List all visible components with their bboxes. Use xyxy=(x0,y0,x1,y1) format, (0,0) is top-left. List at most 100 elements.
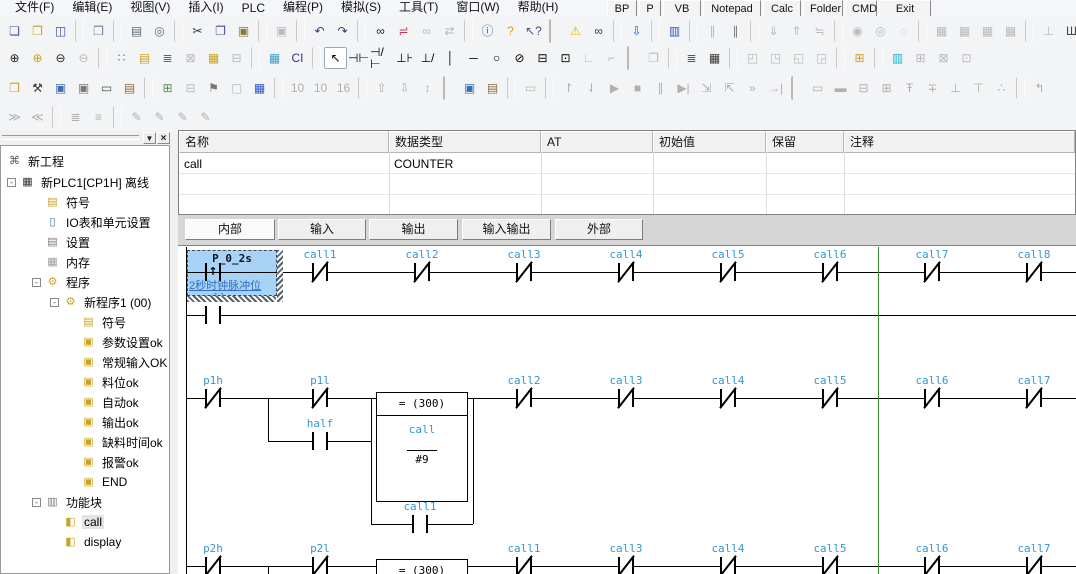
rung-list-edit-icon[interactable]: ≡ xyxy=(87,106,110,128)
menu-window[interactable]: 窗口(W) xyxy=(447,0,508,16)
upload-icon[interactable]: ⇑ xyxy=(785,20,808,42)
redo-icon[interactable]: ↷ xyxy=(331,20,354,42)
download-icon[interactable]: ⇓ xyxy=(762,20,785,42)
tree-section-auto[interactable]: ▣ 自动ok xyxy=(81,393,141,411)
tree-expander[interactable]: - xyxy=(50,298,59,307)
col-at[interactable]: AT xyxy=(541,131,653,153)
address-grid-icon[interactable]: ▦ xyxy=(703,47,726,69)
notepad-button[interactable]: Notepad xyxy=(703,0,761,17)
sim-step-in-icon[interactable]: ⇲ xyxy=(695,77,718,99)
contact-half[interactable]: half xyxy=(312,432,328,450)
contact-call2[interactable]: call2 xyxy=(414,263,430,281)
contact-call1-branch[interactable]: call1 xyxy=(412,515,428,533)
symbol-table-icon[interactable]: ▤ xyxy=(133,47,156,69)
menu-simulation[interactable]: 模拟(S) xyxy=(332,0,390,16)
mnemonics-icon[interactable]: ⊟ xyxy=(225,47,248,69)
contact-call3[interactable]: call3 xyxy=(516,263,532,281)
address-change-icon[interactable]: ≓ xyxy=(392,20,415,42)
zoom-in-icon[interactable]: ⊕ xyxy=(3,47,26,69)
network-7-icon[interactable]: ⊥ xyxy=(944,77,967,99)
tree-memory[interactable]: ▦ 内存 xyxy=(45,253,92,271)
vertical-line-icon[interactable]: │ xyxy=(439,47,462,69)
window-split-2-icon[interactable]: ◳ xyxy=(764,47,787,69)
cross-reference-icon[interactable]: ⊞ xyxy=(156,77,179,99)
menu-insert[interactable]: 插入(I) xyxy=(179,0,232,16)
contact-p2l[interactable]: p2l xyxy=(312,557,328,574)
grid-toggle-icon[interactable]: ∷ xyxy=(110,47,133,69)
go-to-output-icon[interactable]: ⇩ xyxy=(393,77,416,99)
monitor-table-icon[interactable]: ▦ xyxy=(263,47,286,69)
tree-io-table[interactable]: ▯ IO表和单元设置 xyxy=(45,213,153,231)
contact-p02s[interactable] xyxy=(205,263,221,281)
paste-special-icon[interactable]: ▣ xyxy=(270,20,293,42)
col-initial[interactable]: 初始值 xyxy=(653,131,766,153)
new-or-contact-icon[interactable]: ⊥⊦ xyxy=(393,47,416,69)
release-edit-icon[interactable]: ▭ xyxy=(519,77,542,99)
compare-icon[interactable]: ≒ xyxy=(808,20,831,42)
ci-instruction-icon[interactable]: CI xyxy=(286,47,309,69)
about-icon[interactable]: ⓘ xyxy=(476,20,499,42)
used-window-icon[interactable]: ▢ xyxy=(225,77,248,99)
window-split-3-icon[interactable]: ◱ xyxy=(787,47,810,69)
pause-online-icon[interactable]: ∥ xyxy=(724,20,747,42)
preview-window-icon[interactable]: ❐ xyxy=(642,47,665,69)
contact-call[interactable]: call xyxy=(205,306,221,324)
symbol-row[interactable] xyxy=(179,153,1075,174)
cmd-button[interactable]: CMD xyxy=(845,0,877,17)
col-datatype[interactable]: 数据类型 xyxy=(389,131,541,153)
contact-call5[interactable]: call5 xyxy=(720,263,736,281)
tree-section-shortage[interactable]: ▣ 缺料时间ok xyxy=(81,433,165,451)
menu-help[interactable]: 帮助(H) xyxy=(509,0,568,16)
delete-vertical-icon[interactable]: ∟ xyxy=(577,47,600,69)
online-edit-go-icon[interactable]: ✎ xyxy=(194,106,217,128)
ladder-editor[interactable]: call1 call2 call3 call4 call5 call6 call… xyxy=(178,245,1076,574)
online-edit-icon[interactable]: ▣ xyxy=(458,77,481,99)
symbol-row[interactable] xyxy=(179,195,1075,215)
find-icon[interactable]: ∞ xyxy=(369,20,392,42)
col-retain[interactable]: 保留 xyxy=(766,131,844,153)
tab-internal[interactable]: 内部 xyxy=(185,219,275,240)
contact-p2h[interactable]: p2h xyxy=(205,557,221,574)
contact-r2-call4[interactable]: call4 xyxy=(720,389,736,407)
undo-icon[interactable]: ↶ xyxy=(308,20,331,42)
menu-edit[interactable]: 编辑(E) xyxy=(63,0,121,16)
network-5-icon[interactable]: Ŧ xyxy=(898,77,921,99)
contact-call6[interactable]: call6 xyxy=(822,263,838,281)
tree-settings[interactable]: ▤ 设置 xyxy=(45,233,92,251)
tree-expander[interactable]: - xyxy=(32,498,41,507)
new-closed-contact-icon[interactable]: ⊣/⊢ xyxy=(370,47,393,69)
force-off-icon[interactable]: ⇃ xyxy=(580,77,603,99)
bp-button[interactable]: BP xyxy=(607,0,637,17)
sim-pause-icon[interactable]: ∥ xyxy=(649,77,672,99)
memory-window-2-icon[interactable]: ▦ xyxy=(953,20,976,42)
hex-monitor-icon[interactable]: 16 xyxy=(332,77,355,99)
open-project-icon[interactable]: ❐ xyxy=(26,20,49,42)
network-6-icon[interactable]: ∓ xyxy=(921,77,944,99)
tree-section-params[interactable]: ▣ 参数设置ok xyxy=(81,333,165,351)
watch-window-4-icon[interactable]: ⊡ xyxy=(955,47,978,69)
help-icon[interactable]: ? xyxy=(499,20,522,42)
sim-stop-icon[interactable]: ■ xyxy=(626,77,649,99)
differential-monitor-icon[interactable]: Ш xyxy=(1060,20,1076,42)
contact-r2-call5[interactable]: call5 xyxy=(822,389,838,407)
compare-instruction-block[interactable]: = (300) call #9 xyxy=(376,392,468,502)
monitor-icon[interactable]: ◉ xyxy=(846,20,869,42)
tree-section-alarm[interactable]: ▣ 报警ok xyxy=(81,453,141,471)
tree-section-input[interactable]: ▣ 常规输入OK xyxy=(81,353,169,371)
contact-p1h[interactable]: p1h xyxy=(205,389,221,407)
sim-run-icon[interactable]: ▶ xyxy=(603,77,626,99)
tree-program1[interactable]: - ⚙ 新程序1 (00) xyxy=(50,293,153,311)
paste-icon[interactable]: ▣ xyxy=(232,20,255,42)
memory-view-icon[interactable]: ▦ xyxy=(248,77,271,99)
cut-icon[interactable]: ✂ xyxy=(186,20,209,42)
memory-window-3-icon[interactable]: ▦ xyxy=(976,20,999,42)
tree-project-root[interactable]: ⌘ 新工程 xyxy=(7,152,66,170)
outdent-rung-icon[interactable]: ≪ xyxy=(26,106,49,128)
menu-plc[interactable]: PLC xyxy=(233,1,274,16)
send-changes-icon[interactable]: ▤ xyxy=(481,77,504,99)
menu-view[interactable]: 视图(V) xyxy=(121,0,179,16)
tree-program1-symbols[interactable]: ▤ 符号 xyxy=(81,313,128,331)
transfer-check-icon[interactable]: ⇩ xyxy=(625,20,648,42)
browser-tree-icon[interactable]: ⊞ xyxy=(848,47,871,69)
print-preview-icon[interactable]: ◎ xyxy=(148,20,171,42)
